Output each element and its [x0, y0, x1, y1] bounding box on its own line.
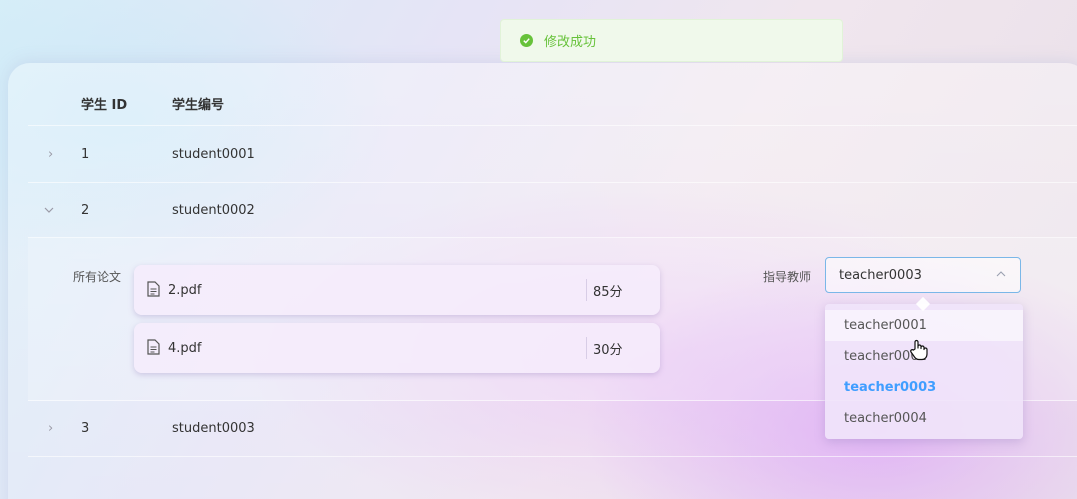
table-row[interactable]: 2 student0002	[28, 183, 1077, 238]
row-student-code: student0003	[172, 421, 255, 436]
dropdown-option[interactable]: teacher0001	[825, 310, 1023, 341]
row-student-code: student0001	[172, 146, 255, 162]
chevron-down-icon[interactable]	[44, 183, 54, 237]
document-icon	[147, 281, 160, 301]
document-icon	[147, 339, 160, 359]
check-circle-icon	[520, 34, 533, 47]
paper-file-name[interactable]: 2.pdf	[168, 283, 201, 298]
toast-message: 修改成功	[544, 35, 597, 50]
advisor-label: 指导教师	[763, 270, 812, 284]
paper-card[interactable]: 2.pdf 85分	[134, 265, 660, 315]
header-student-id: 学生 ID	[81, 98, 128, 113]
chevron-up-icon	[996, 267, 1006, 280]
table-row[interactable]: › 1 student0001	[28, 126, 1077, 183]
header-student-code: 学生编号	[172, 98, 225, 113]
divider	[586, 279, 587, 301]
row-student-code: student0002	[172, 202, 255, 218]
chevron-right-icon[interactable]: ›	[48, 126, 53, 182]
paper-file-name[interactable]: 4.pdf	[168, 341, 201, 356]
success-toast: 修改成功	[500, 19, 843, 62]
paper-card[interactable]: 4.pdf 30分	[134, 323, 660, 373]
dropdown-option-selected[interactable]: teacher0003	[825, 372, 1023, 403]
advisor-select[interactable]: teacher0003	[825, 257, 1021, 293]
table-header: 学生 ID 学生编号	[28, 82, 1077, 126]
chevron-right-icon[interactable]: ›	[48, 401, 53, 456]
hand-pointer-icon	[909, 339, 929, 365]
paper-score: 30分	[593, 342, 623, 358]
row-student-id: 1	[81, 146, 90, 162]
row-student-id: 3	[81, 421, 90, 436]
divider	[586, 337, 587, 359]
row-student-id: 2	[81, 202, 90, 218]
table-row[interactable]: › 3 student0003	[28, 401, 1077, 457]
papers-label: 所有论文	[73, 270, 122, 284]
paper-score: 85分	[593, 284, 623, 300]
advisor-select-value: teacher0003	[839, 267, 922, 283]
